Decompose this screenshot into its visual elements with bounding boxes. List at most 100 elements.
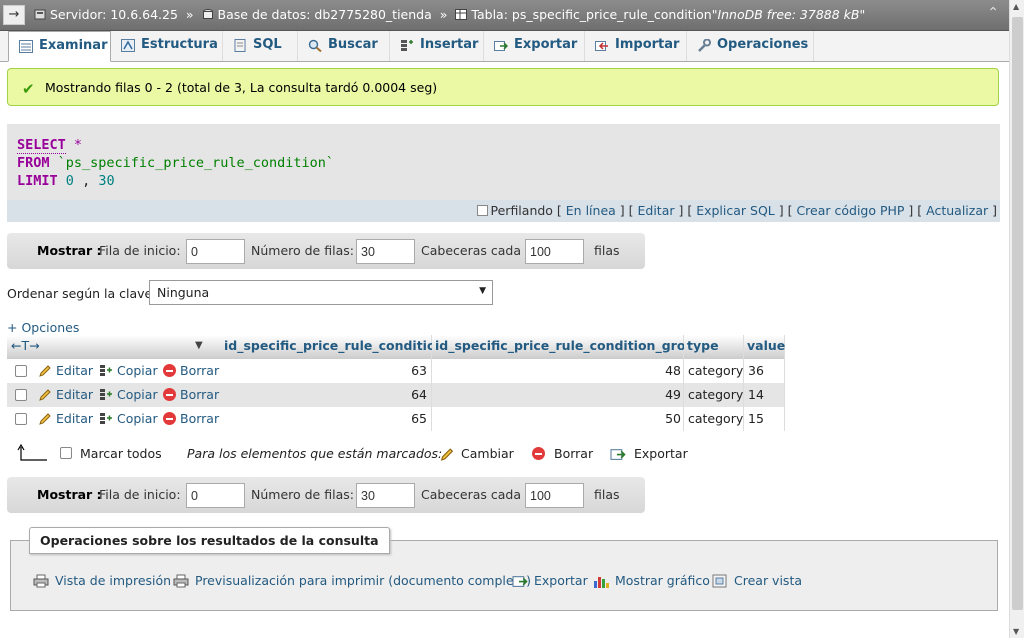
table-header-actions: ←T→ ▼ bbox=[7, 335, 221, 359]
row-delete-label: Borrar bbox=[180, 363, 220, 378]
bulk-actions-bar: Marcar todos Para los elementos que está… bbox=[7, 443, 707, 467]
show-button[interactable]: Mostrar : bbox=[37, 243, 102, 258]
column-header-group[interactable]: id_specific_price_rule_condition_group bbox=[432, 335, 703, 359]
inline-edit-link[interactable]: En línea bbox=[566, 203, 616, 218]
delete-icon bbox=[532, 447, 545, 460]
cell-group[interactable]: 50 bbox=[432, 407, 684, 431]
check-all-label[interactable]: Marcar todos bbox=[80, 446, 162, 461]
row-edit-link[interactable]: Editar bbox=[38, 359, 93, 383]
breadcrumb-table[interactable]: Tabla: ps_specific_price_rule_condition bbox=[471, 7, 711, 22]
check-icon: ✔ bbox=[22, 80, 35, 98]
cell-value[interactable]: 14 bbox=[744, 383, 785, 407]
cell-value[interactable]: 15 bbox=[744, 407, 785, 431]
tab-structure[interactable]: Estructura bbox=[111, 31, 223, 61]
refresh-link[interactable]: Actualizar bbox=[926, 203, 988, 218]
cell-value[interactable]: 36 bbox=[744, 359, 785, 383]
breadcrumb-server[interactable]: Servidor: 10.6.64.25 bbox=[50, 7, 178, 22]
profiling-checkbox[interactable] bbox=[476, 205, 488, 216]
tab-insert[interactable]: Insertar bbox=[390, 31, 484, 61]
bulk-change-button[interactable]: Cambiar bbox=[439, 446, 514, 461]
row-checkbox[interactable] bbox=[15, 365, 27, 377]
scrollbar-thumb[interactable] bbox=[1012, 17, 1023, 610]
row-delete-link[interactable]: Borrar bbox=[163, 359, 219, 383]
headers-every-input[interactable] bbox=[525, 239, 584, 264]
options-link[interactable]: + Opciones bbox=[7, 320, 79, 335]
print-view-link[interactable]: Vista de impresión bbox=[33, 573, 171, 588]
row-checkbox[interactable] bbox=[15, 389, 27, 401]
sql-limit-start: 0 bbox=[65, 173, 74, 189]
show-chart-label: Mostrar gráfico bbox=[615, 573, 710, 588]
sort-select-value: Ninguna bbox=[157, 285, 210, 300]
sort-select[interactable]: Ninguna ▼ bbox=[149, 280, 493, 305]
dropdown-arrow-icon: ▼ bbox=[479, 286, 486, 296]
row-delete-link[interactable]: Borrar bbox=[163, 383, 219, 407]
arrow-right-icon[interactable]: → bbox=[3, 5, 25, 25]
row-edit-label: Editar bbox=[56, 387, 94, 402]
create-view-link[interactable]: Crear vista bbox=[712, 573, 802, 588]
column-menu-icon[interactable]: ▼ bbox=[195, 335, 203, 357]
cell-group[interactable]: 49 bbox=[432, 383, 684, 407]
show-button[interactable]: Mostrar : bbox=[37, 487, 102, 502]
cell-type[interactable]: category bbox=[684, 383, 744, 407]
cell-id[interactable]: 64 bbox=[221, 383, 432, 407]
ops-export-link[interactable]: Exportar bbox=[512, 573, 588, 588]
tab-operations[interactable]: Operaciones bbox=[687, 31, 814, 61]
tab-label: Estructura bbox=[141, 37, 218, 52]
cell-id[interactable]: 63 bbox=[221, 359, 432, 383]
table-row: Editar Copiar Borrar 64 49 category 14 bbox=[7, 383, 785, 407]
navigation-panel-top: Mostrar : Fila de inicio: Número de fila… bbox=[7, 233, 645, 269]
row-copy-link[interactable]: Copiar bbox=[99, 359, 158, 383]
row-count-input[interactable] bbox=[356, 239, 415, 264]
export-icon bbox=[512, 576, 528, 587]
row-edit-link[interactable]: Editar bbox=[38, 407, 93, 431]
check-all-checkbox[interactable] bbox=[60, 447, 72, 459]
cell-type[interactable]: category bbox=[684, 407, 744, 431]
scroll-down-icon[interactable]: ▼ bbox=[1013, 627, 1019, 636]
tab-sql[interactable]: SQL bbox=[223, 31, 298, 61]
tab-import[interactable]: Importar bbox=[585, 31, 687, 61]
column-header-value[interactable]: value bbox=[744, 335, 785, 359]
sql-icon bbox=[234, 39, 246, 52]
rows-suffix-label: filas bbox=[594, 243, 620, 258]
row-copy-link[interactable]: Copiar bbox=[99, 407, 158, 431]
cell-group[interactable]: 48 bbox=[432, 359, 684, 383]
headers-every-label: Cabeceras cada bbox=[421, 243, 521, 258]
column-arrows-icon[interactable]: ←T→ bbox=[11, 335, 40, 357]
bulk-delete-button[interactable]: Borrar bbox=[532, 446, 593, 461]
edit-sql-link[interactable]: Editar bbox=[637, 203, 674, 218]
row-checkbox[interactable] bbox=[15, 413, 27, 425]
create-php-link[interactable]: Crear código PHP bbox=[796, 203, 904, 218]
breadcrumb: Servidor: 10.6.64.25 » Base de datos: db… bbox=[34, 7, 865, 22]
vertical-scrollbar[interactable]: ▲ ▼ bbox=[1009, 0, 1024, 638]
scroll-up-icon[interactable]: ▲ bbox=[1013, 2, 1019, 11]
row-edit-link[interactable]: Editar bbox=[38, 383, 93, 407]
structure-icon bbox=[121, 39, 135, 52]
breadcrumb-database[interactable]: Base de datos: db2775280_tienda bbox=[218, 7, 432, 22]
tab-browse[interactable]: Examinar bbox=[8, 31, 111, 62]
start-row-input[interactable] bbox=[186, 483, 245, 508]
print-full-link[interactable]: Previsualización para imprimir (document… bbox=[173, 573, 531, 588]
print-full-label: Previsualización para imprimir (document… bbox=[195, 573, 532, 588]
show-chart-link[interactable]: Mostrar gráfico bbox=[593, 573, 710, 588]
cell-type[interactable]: category bbox=[684, 359, 744, 383]
column-header-type[interactable]: type bbox=[684, 335, 744, 359]
column-header-id[interactable]: id_specific_price_rule_condition bbox=[221, 335, 444, 359]
collapse-icon[interactable]: ⌃ bbox=[987, 5, 999, 21]
row-delete-link[interactable]: Borrar bbox=[163, 407, 219, 431]
chart-icon bbox=[594, 577, 609, 588]
start-row-input[interactable] bbox=[186, 239, 245, 264]
table-icon bbox=[455, 9, 468, 20]
explain-sql-link[interactable]: Explicar SQL bbox=[696, 203, 775, 218]
tab-label: Insertar bbox=[420, 37, 479, 52]
cell-id[interactable]: 65 bbox=[221, 407, 432, 431]
row-count-input[interactable] bbox=[356, 483, 415, 508]
server-icon bbox=[34, 9, 46, 20]
headers-every-input[interactable] bbox=[525, 483, 584, 508]
pencil-icon bbox=[39, 389, 51, 401]
sql-keyword-select[interactable]: SELECT bbox=[17, 137, 66, 154]
tab-export[interactable]: Exportar bbox=[484, 31, 585, 61]
navigation-panel-bottom: Mostrar : Fila de inicio: Número de fila… bbox=[7, 477, 645, 513]
tab-search[interactable]: Buscar bbox=[298, 31, 390, 61]
row-copy-link[interactable]: Copiar bbox=[99, 383, 158, 407]
bulk-export-button[interactable]: Exportar bbox=[610, 446, 688, 461]
